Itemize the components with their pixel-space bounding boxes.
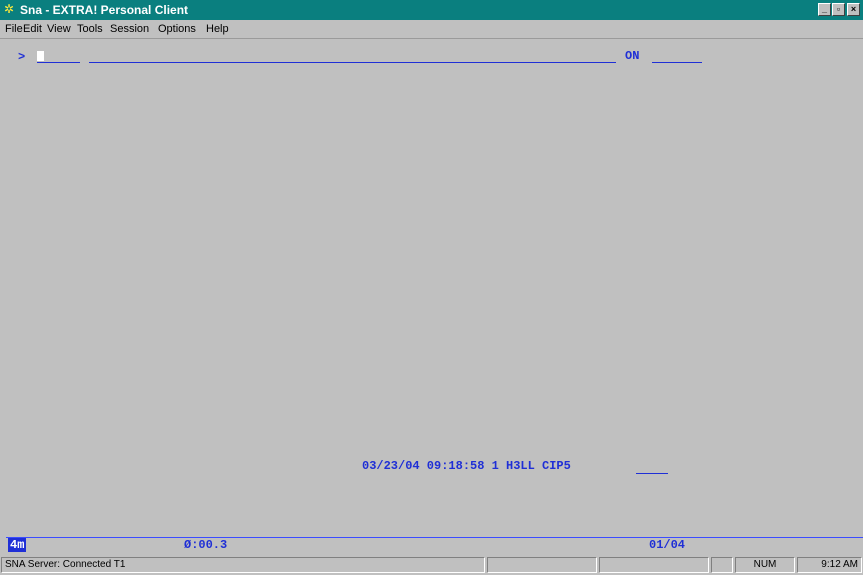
restore-button[interactable]: ▫	[832, 3, 845, 16]
title-bar[interactable]: ✲ Sna - EXTRA! Personal Client _ ▫ ×	[0, 0, 863, 20]
menu-file[interactable]: File	[5, 22, 23, 36]
oia-indicator: 4m	[8, 538, 27, 552]
terminal-screen[interactable]: > ON 03/23/04 09:18:58 1 H3LL CIP5	[6, 42, 863, 539]
command-prompt: >	[18, 50, 26, 64]
menu-help[interactable]: Help	[206, 22, 229, 36]
menu-edit[interactable]: Edit	[23, 22, 42, 36]
command-input-field[interactable]	[89, 62, 616, 63]
connection-status: SNA Server: Connected T1	[1, 557, 485, 573]
window-title: Sna - EXTRA! Personal Client	[20, 3, 189, 17]
status-bar: SNA Server: Connected T1 NUM 9:12 AM	[0, 556, 863, 575]
status-pane-empty-3	[711, 557, 733, 573]
app-icon[interactable]: ✲	[4, 3, 16, 15]
menu-bar: File Edit View Tools Session Options Hel…	[0, 20, 863, 39]
response-timer: Ø:00.3	[184, 538, 228, 552]
status-pane-empty-1	[487, 557, 597, 573]
minimize-button[interactable]: _	[818, 3, 831, 16]
menu-view[interactable]: View	[47, 22, 71, 36]
clock: 9:12 AM	[797, 557, 862, 573]
page-indicator: 01/04	[649, 538, 686, 552]
menu-tools[interactable]: Tools	[77, 22, 103, 36]
menu-options[interactable]: Options	[158, 22, 196, 36]
field-label-on: ON	[625, 49, 640, 63]
close-button[interactable]: ×	[847, 3, 860, 16]
footer-input-field[interactable]	[636, 473, 668, 474]
on-input-field[interactable]	[652, 62, 702, 63]
operator-info-area: 4m Ø:00.3 01/04	[6, 537, 863, 554]
status-pane-empty-2	[599, 557, 709, 573]
session-info-line: 03/23/04 09:18:58 1 H3LL CIP5	[362, 459, 571, 473]
text-cursor	[37, 51, 44, 61]
num-lock-indicator: NUM	[735, 557, 795, 573]
menu-session[interactable]: Session	[110, 22, 149, 36]
extra-personal-client-window: ✲ Sna - EXTRA! Personal Client _ ▫ × Fil…	[0, 0, 863, 575]
command-field-short[interactable]	[37, 62, 80, 63]
